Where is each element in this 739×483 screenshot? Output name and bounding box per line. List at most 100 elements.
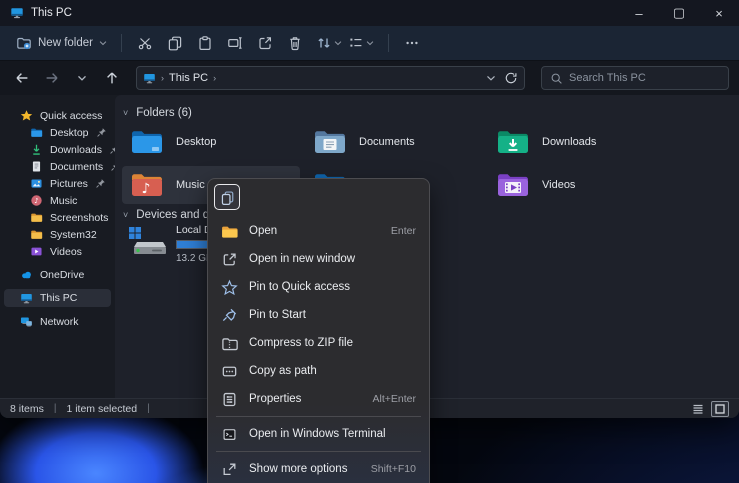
maximize-button[interactable]: ▢ xyxy=(659,0,699,26)
network-icon xyxy=(20,315,33,328)
sort-button[interactable] xyxy=(316,35,342,51)
menu-item-label: Open in new window xyxy=(249,253,355,265)
search-box[interactable] xyxy=(541,66,729,90)
sidebar-item-desktop[interactable]: Desktop xyxy=(4,124,111,141)
menu-item-label: Open in Windows Terminal xyxy=(249,428,386,440)
pin-star-icon xyxy=(221,279,238,296)
window-title: This PC xyxy=(31,7,72,19)
this-pc-icon xyxy=(10,6,24,20)
items-count: 8 items xyxy=(10,403,44,415)
folder-label: Documents xyxy=(359,136,415,148)
menu-item-pin-start[interactable]: Pin to Start xyxy=(212,301,425,329)
cut-button[interactable] xyxy=(130,31,160,55)
folder-label: Desktop xyxy=(176,136,216,148)
more-options-button[interactable] xyxy=(397,31,427,55)
downloads-folder-icon xyxy=(496,128,530,156)
search-input[interactable] xyxy=(569,72,720,84)
delete-button[interactable] xyxy=(280,31,310,55)
forward-button[interactable] xyxy=(40,66,64,90)
collapse-chevron-icon[interactable]: ˅ xyxy=(123,108,128,118)
sidebar-item-onedrive[interactable]: OneDrive xyxy=(4,266,111,283)
rename-button[interactable] xyxy=(220,31,250,55)
menu-item-label: Properties xyxy=(249,393,301,405)
menu-item-compress-zip[interactable]: Compress to ZIP file xyxy=(212,329,425,357)
view-button[interactable] xyxy=(348,35,374,51)
svg-text:♪: ♪ xyxy=(34,197,38,205)
menu-item-copy-as-path[interactable]: Copy as path xyxy=(212,357,425,385)
sidebar-item-label: Quick access xyxy=(40,110,102,122)
command-toolbar: New folder xyxy=(0,26,739,60)
copy-quick-button[interactable] xyxy=(214,184,240,210)
sidebar-item-label: System32 xyxy=(50,229,97,241)
this-pc-icon xyxy=(143,72,156,85)
menu-item-label: Copy as path xyxy=(249,365,317,377)
sidebar-item-network[interactable]: Network xyxy=(4,313,111,330)
picture-icon xyxy=(30,177,43,190)
sidebar-item-system32[interactable]: System32 xyxy=(4,226,111,243)
folder-tile-desktop[interactable]: Desktop xyxy=(122,123,300,161)
pin-icon xyxy=(95,178,106,189)
desktop-folder-icon xyxy=(130,128,164,156)
cloud-icon xyxy=(20,268,33,281)
view-icon xyxy=(348,35,364,51)
breadcrumb-chevron-icon[interactable]: › xyxy=(213,73,216,83)
sidebar-item-downloads[interactable]: Downloads xyxy=(4,141,111,158)
folder-label: Videos xyxy=(542,179,575,191)
back-button[interactable] xyxy=(10,66,34,90)
section-header-folders[interactable]: ˅ Folders (6) xyxy=(123,107,192,119)
chevron-down-icon xyxy=(334,39,342,47)
sidebar-item-label: Network xyxy=(40,316,79,328)
sidebar-item-videos[interactable]: Videos xyxy=(4,243,111,260)
navigation-bar: › This PC › xyxy=(0,60,739,95)
sidebar-item-quick-access[interactable]: Quick access xyxy=(4,107,111,124)
video-icon xyxy=(30,245,43,258)
address-bar[interactable]: › This PC › xyxy=(136,66,525,90)
share-button[interactable] xyxy=(250,31,280,55)
sidebar-item-label: Pictures xyxy=(50,178,88,190)
menu-item-show-more-options[interactable]: Show more options Shift+F10 xyxy=(212,455,425,483)
sidebar-item-label: Downloads xyxy=(50,144,102,156)
menu-item-properties[interactable]: Properties Alt+Enter xyxy=(212,385,425,413)
menu-item-open-new-window[interactable]: Open in new window xyxy=(212,245,425,273)
recent-locations-button[interactable] xyxy=(70,66,94,90)
large-icons-view-button[interactable] xyxy=(711,401,729,417)
breadcrumb-root[interactable]: This PC xyxy=(169,72,208,84)
menu-item-pin-quick-access[interactable]: Pin to Quick access xyxy=(212,273,425,301)
new-folder-button[interactable]: New folder xyxy=(10,31,113,55)
search-icon xyxy=(550,72,563,85)
details-view-button[interactable] xyxy=(689,401,707,417)
sidebar-item-documents[interactable]: Documents xyxy=(4,158,111,175)
paste-button[interactable] xyxy=(190,31,220,55)
section-title: Folders (6) xyxy=(136,107,192,119)
context-menu: Open Enter Open in new window Pin to Qui… xyxy=(207,178,430,483)
folder-tile-videos[interactable]: Videos xyxy=(488,166,666,204)
menu-item-open[interactable]: Open Enter xyxy=(212,217,425,245)
menu-separator xyxy=(216,416,421,417)
download-arrow-icon xyxy=(30,143,43,156)
sidebar-item-this-pc[interactable]: This PC xyxy=(4,289,111,307)
close-button[interactable]: × xyxy=(699,0,739,26)
sidebar-item-music[interactable]: ♪ Music xyxy=(4,192,111,209)
sidebar-item-screenshots[interactable]: Screenshots xyxy=(4,209,111,226)
up-button[interactable] xyxy=(100,66,124,90)
menu-item-label: Open xyxy=(249,225,277,237)
folder-tile-downloads[interactable]: Downloads xyxy=(488,123,666,161)
star-icon xyxy=(20,109,33,122)
sidebar-item-label: Videos xyxy=(50,246,82,258)
copy-button[interactable] xyxy=(160,31,190,55)
sidebar-item-pictures[interactable]: Pictures xyxy=(4,175,111,192)
folder-tile-documents[interactable]: Documents xyxy=(305,123,483,161)
menu-item-open-windows-terminal[interactable]: Open in Windows Terminal xyxy=(212,420,425,448)
new-folder-label: New folder xyxy=(38,37,93,49)
title-bar[interactable]: This PC – ▢ × xyxy=(0,0,739,26)
menu-item-label: Pin to Start xyxy=(249,309,306,321)
address-dropdown-icon[interactable] xyxy=(486,73,496,83)
documents-folder-icon xyxy=(313,128,347,156)
local-disk-icon xyxy=(126,223,168,259)
refresh-icon[interactable] xyxy=(504,71,518,85)
minimize-button[interactable]: – xyxy=(619,0,659,26)
new-folder-icon xyxy=(16,35,32,51)
expand-icon xyxy=(221,461,238,478)
chevron-down-icon xyxy=(366,39,374,47)
collapse-chevron-icon[interactable]: ˅ xyxy=(123,210,128,220)
